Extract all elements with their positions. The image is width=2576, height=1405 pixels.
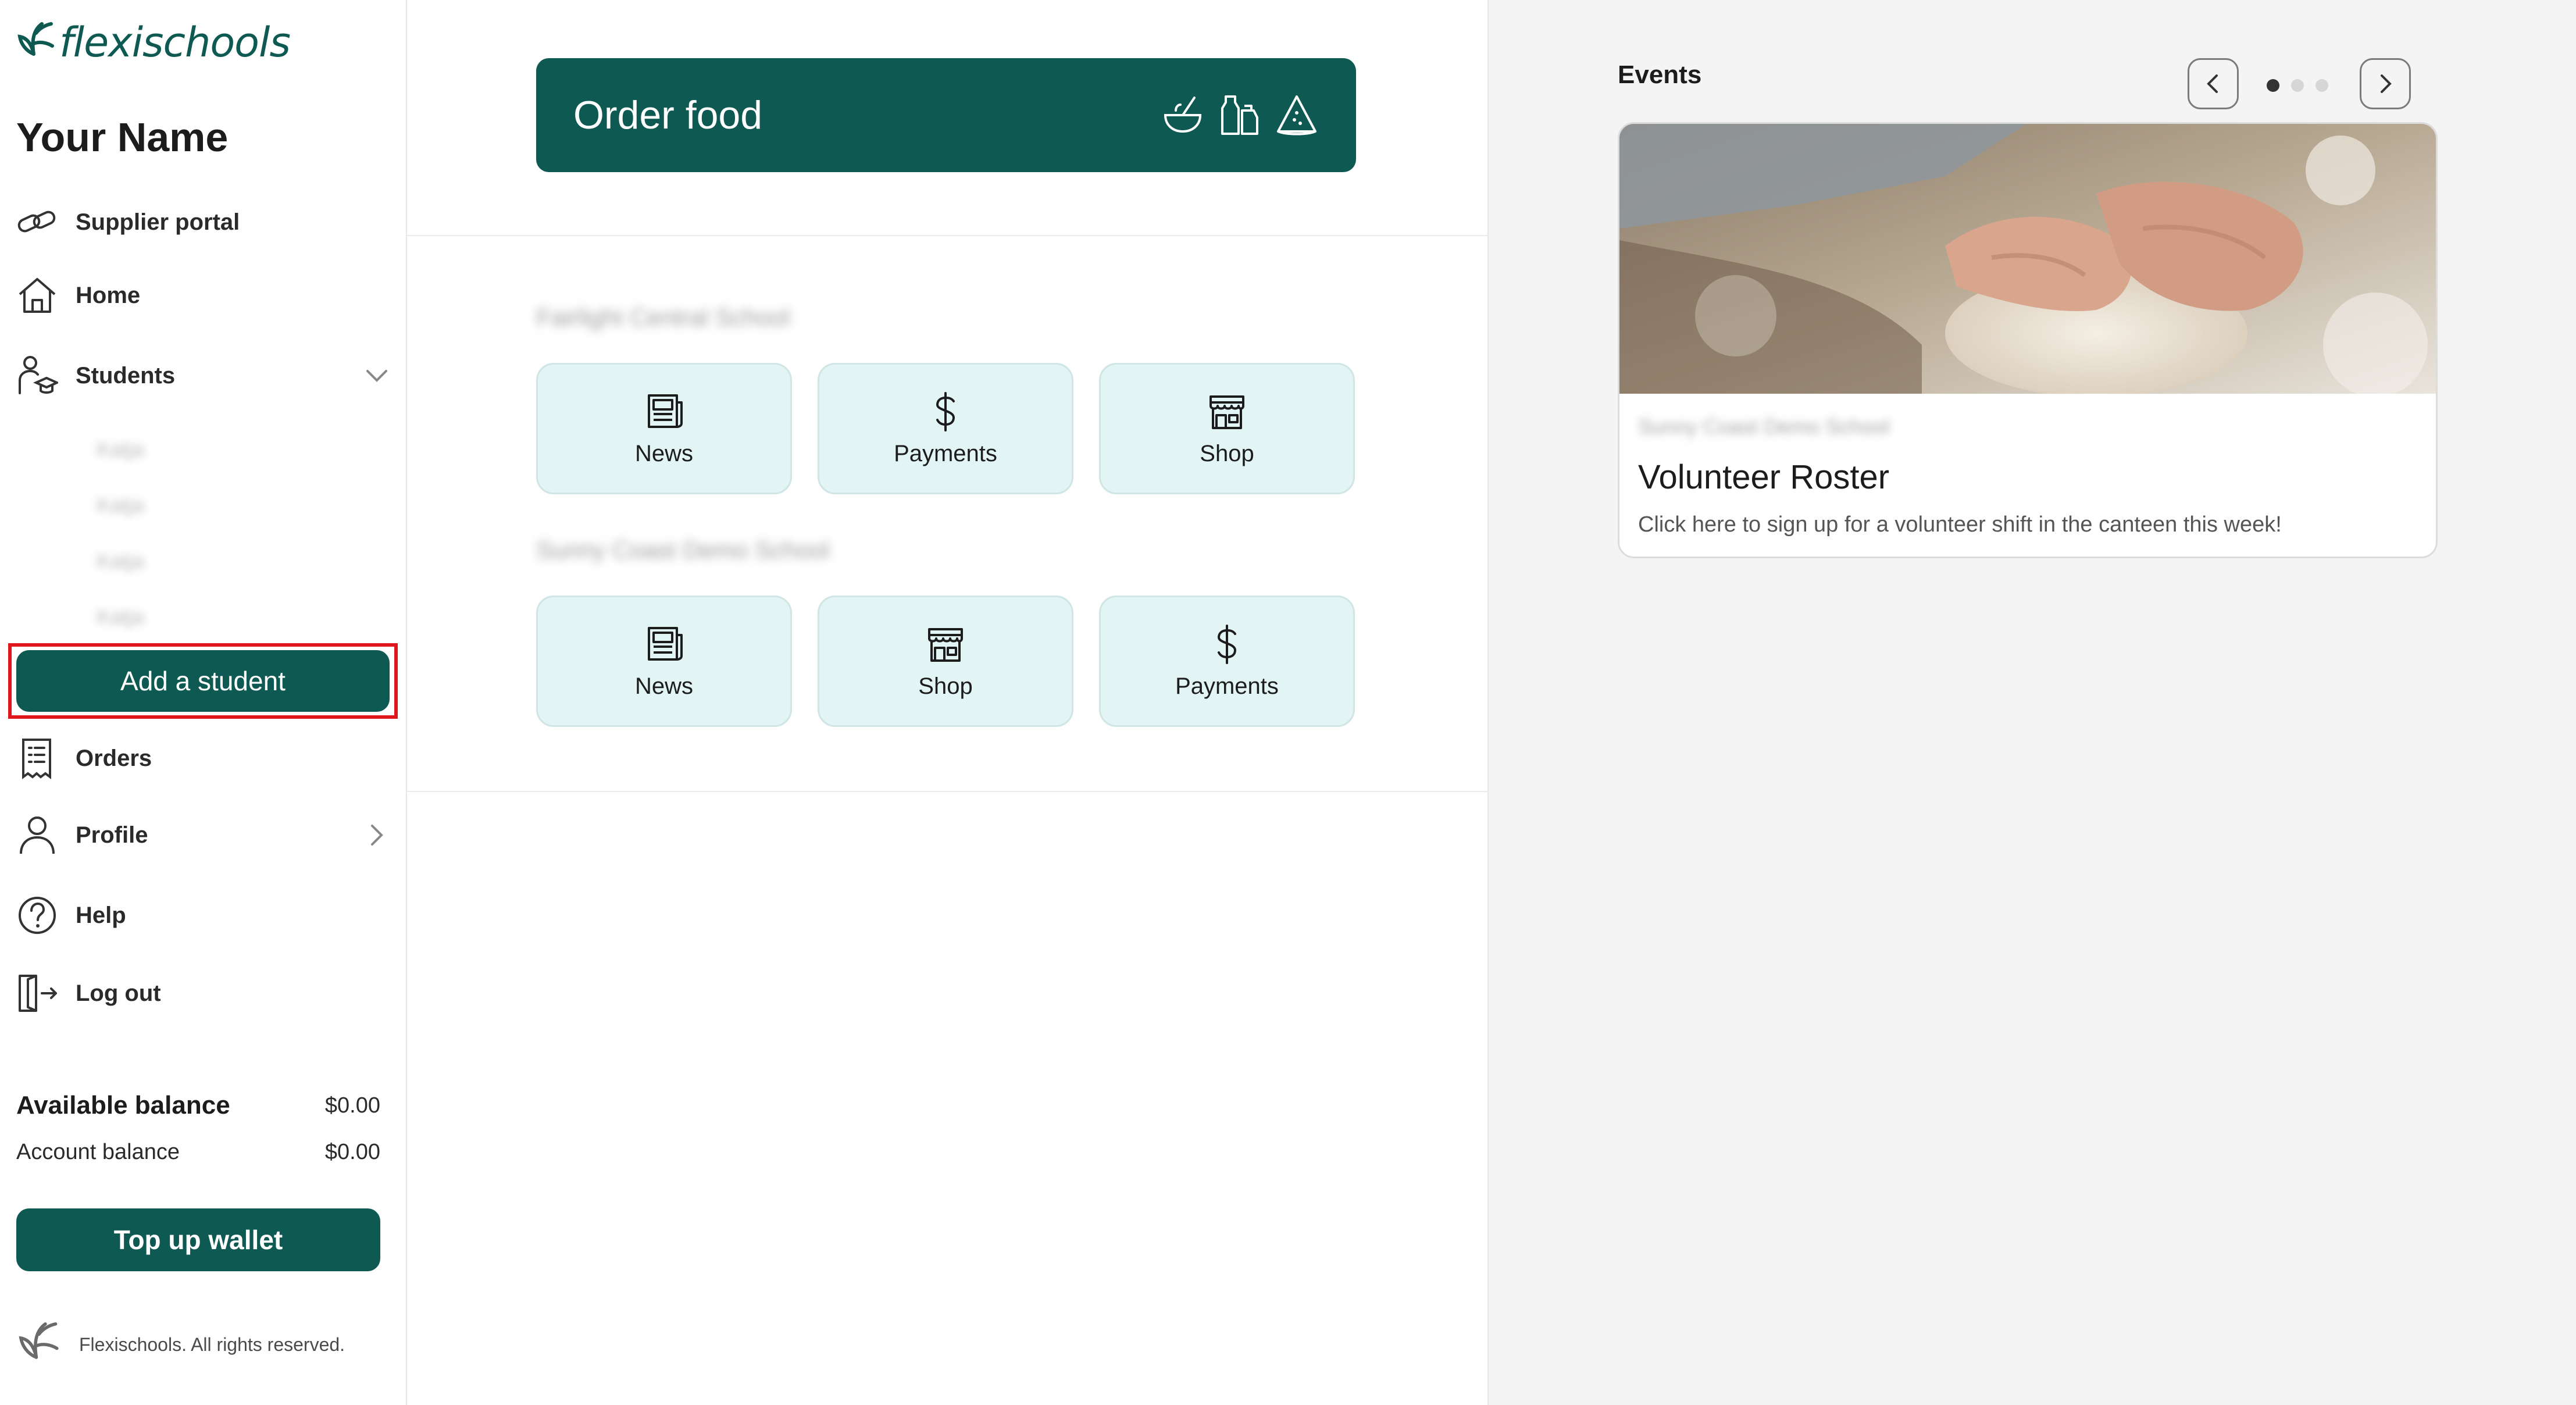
leaf-logo-icon: [17, 22, 54, 56]
carousel-dot[interactable]: [2291, 79, 2304, 92]
chevron-right-icon: [2381, 74, 2392, 93]
nav-supplier-portal[interactable]: Supplier portal: [16, 201, 240, 243]
tile-shop[interactable]: Shop: [818, 595, 1073, 727]
tile-payments[interactable]: Payments: [1099, 595, 1355, 727]
chevron-right-icon[interactable]: [364, 822, 390, 848]
event-school: Sunny Coast Demo School: [1638, 415, 1890, 438]
event-title: Volunteer Roster: [1638, 458, 1890, 496]
tile-payments[interactable]: Payments: [818, 363, 1073, 494]
user-name: Your Name: [16, 115, 229, 160]
logout-icon: [19, 975, 57, 1012]
chevron-left-icon: [2207, 74, 2218, 93]
carousel-dot[interactable]: [2267, 79, 2279, 92]
person-icon: [20, 816, 55, 854]
nav-log-out[interactable]: Log out: [16, 972, 161, 1014]
carousel-prev-button[interactable]: [2188, 58, 2239, 109]
divider: [407, 791, 1487, 792]
available-balance-label: Available balance: [16, 1091, 230, 1119]
student-icon: [19, 356, 58, 394]
event-image: [1619, 124, 2436, 394]
account-balance-value: $0.00: [324, 1140, 380, 1164]
carousel-dots: [2267, 79, 2328, 92]
nav-label-supplier-portal: Supplier portal: [76, 209, 240, 235]
nav-label-home: Home: [76, 282, 141, 308]
available-balance-row: Available balance $0.00: [16, 1091, 380, 1120]
school-name: Fairlight Central School: [536, 304, 790, 331]
home-icon: [19, 278, 56, 313]
store-icon: [1209, 395, 1244, 429]
leaf-logo-icon: [19, 1322, 59, 1359]
tile-label: News: [634, 440, 694, 466]
carousel-next-button[interactable]: [2360, 58, 2411, 109]
student-item[interactable]: Katja: [97, 493, 144, 518]
nav-label-orders: Orders: [76, 745, 152, 771]
student-item[interactable]: Katja: [97, 605, 144, 629]
receipt-icon: [22, 739, 51, 779]
carousel-dot[interactable]: [2315, 79, 2328, 92]
nav-label-log-out: Log out: [76, 980, 161, 1006]
nav-help[interactable]: Help: [16, 894, 126, 936]
nav-students[interactable]: Students: [16, 355, 390, 397]
account-balance-row: Account balance $0.00: [16, 1140, 380, 1165]
chevron-down-icon[interactable]: [364, 363, 390, 388]
bottle-icon: [1221, 95, 1258, 135]
tile-label: Shop: [918, 673, 973, 699]
event-card[interactable]: Sunny Coast Demo School Volunteer Roster…: [1618, 122, 2438, 558]
tile-label: Shop: [1200, 440, 1254, 466]
dollar-icon: [1217, 624, 1237, 664]
tile-news[interactable]: News: [536, 595, 792, 727]
top-up-wallet-button[interactable]: Top up wallet: [16, 1208, 380, 1271]
account-balance-label: Account balance: [16, 1140, 180, 1164]
student-item[interactable]: Katja: [97, 549, 144, 573]
link-icon: [17, 211, 56, 233]
student-item[interactable]: Katja: [97, 437, 144, 462]
tile-shop[interactable]: Shop: [1099, 363, 1355, 494]
help-icon: [19, 897, 56, 934]
nav-label-students: Students: [76, 362, 176, 388]
order-food-button[interactable]: Order food: [536, 58, 1356, 172]
nav-label-help: Help: [76, 902, 126, 928]
add-student-button[interactable]: Add a student: [16, 650, 390, 712]
nav-profile[interactable]: Profile: [16, 814, 390, 856]
tile-news[interactable]: News: [536, 363, 792, 494]
food-icons: [1161, 93, 1319, 137]
newspaper-icon: [648, 626, 683, 661]
nav-label-profile: Profile: [76, 822, 148, 848]
school-name: Sunny Coast Demo School: [536, 536, 830, 564]
brand-logo[interactable]: flexischools: [16, 19, 291, 66]
tile-label: Payments: [894, 440, 997, 466]
divider: [407, 235, 1487, 236]
bowl-icon: [1164, 97, 1202, 133]
order-food-label: Order food: [573, 93, 763, 137]
store-icon: [928, 627, 963, 662]
footer: Flexischools. All rights reserved.: [16, 1320, 345, 1369]
nav-orders[interactable]: Orders: [16, 737, 152, 779]
events-title: Events: [1618, 60, 1702, 89]
event-description: Click here to sign up for a volunteer sh…: [1638, 512, 2282, 537]
tile-label: Payments: [1175, 673, 1279, 699]
nav-home[interactable]: Home: [16, 274, 140, 316]
newspaper-icon: [648, 394, 683, 428]
brand-wordmark: flexischools: [59, 19, 291, 66]
footer-text: Flexischools. All rights reserved.: [79, 1333, 345, 1355]
watermelon-icon: [1277, 95, 1316, 135]
dollar-icon: [936, 391, 955, 432]
available-balance-value: $0.00: [324, 1093, 380, 1118]
tile-label: News: [634, 673, 694, 699]
